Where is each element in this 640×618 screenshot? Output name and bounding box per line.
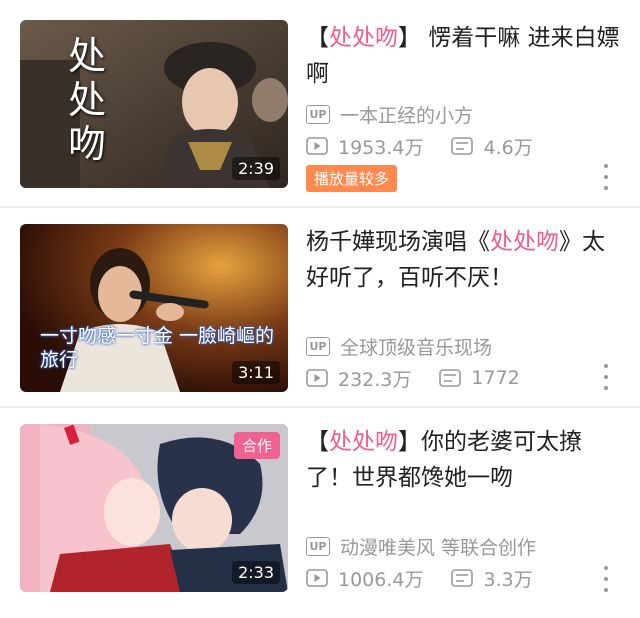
collab-tag: 合作 bbox=[233, 432, 280, 459]
stats-row: 1953.4万 4.6万 bbox=[306, 132, 533, 160]
more-options-icon[interactable] bbox=[600, 566, 612, 592]
video-title[interactable]: 【处处吻】 愣着干嘛 进来白嫖啊 bbox=[306, 20, 626, 92]
play-count: 1953.4万 bbox=[338, 136, 424, 159]
video-card[interactable]: 一寸吻感一寸金 一臉崎嶇的旅行 3:11 杨千嬅现场演唱《处处吻》太好听了，百听… bbox=[0, 218, 640, 418]
divider bbox=[0, 206, 640, 208]
danmaku-icon bbox=[439, 369, 462, 387]
title-prefix: 杨千嬅现场演唱《 bbox=[306, 229, 490, 255]
stats-row: 232.3万 1772 bbox=[306, 364, 520, 392]
video-thumbnail[interactable]: 处处吻 2:39 bbox=[20, 20, 288, 188]
video-list: 处处吻 2:39 【处处吻】 愣着干嘛 进来白嫖啊 UP 一本正经的小方 195… bbox=[0, 0, 640, 604]
uploader-name: 动漫唯美风 等联合创作 bbox=[340, 536, 537, 559]
video-title[interactable]: 【处处吻】你的老婆可太撩了！世界都馋她一吻 bbox=[306, 424, 626, 496]
video-duration: 2:39 bbox=[232, 157, 280, 180]
title-highlight: 处处吻 bbox=[490, 229, 559, 255]
uploader-name: 一本正经的小方 bbox=[340, 104, 474, 127]
video-duration: 3:11 bbox=[232, 361, 280, 384]
danmaku-count: 1772 bbox=[471, 367, 520, 389]
danmaku-icon bbox=[451, 569, 474, 587]
play-count: 1006.4万 bbox=[338, 568, 424, 591]
uploader-row[interactable]: UP 一本正经的小方 bbox=[306, 100, 473, 128]
title-highlight: 处处吻 bbox=[329, 429, 398, 455]
danmaku-count: 3.3万 bbox=[483, 568, 533, 591]
play-count-icon bbox=[306, 137, 328, 155]
video-duration: 2:33 bbox=[232, 561, 280, 584]
more-options-icon[interactable] bbox=[600, 364, 612, 390]
up-icon: UP bbox=[306, 336, 330, 356]
uploader-name: 全球顶级音乐现场 bbox=[340, 336, 493, 359]
video-thumbnail[interactable]: 一寸吻感一寸金 一臉崎嶇的旅行 3:11 bbox=[20, 224, 288, 392]
uploader-row[interactable]: UP 全球顶级音乐现场 bbox=[306, 332, 492, 360]
thumbnail-overlay-text: 处处吻 bbox=[68, 34, 107, 166]
play-count-icon bbox=[306, 569, 328, 587]
popular-badge: 播放量较多 bbox=[306, 165, 398, 192]
video-thumbnail[interactable]: 合作 2:33 bbox=[20, 424, 288, 592]
up-icon: UP bbox=[306, 104, 330, 124]
play-count-icon bbox=[306, 369, 328, 387]
more-options-icon[interactable] bbox=[600, 164, 612, 190]
play-count: 232.3万 bbox=[338, 368, 412, 391]
title-prefix: 【 bbox=[306, 25, 329, 51]
title-highlight: 处处吻 bbox=[329, 25, 398, 51]
video-card[interactable]: 处处吻 2:39 【处处吻】 愣着干嘛 进来白嫖啊 UP 一本正经的小方 195… bbox=[0, 6, 640, 206]
stats-row: 1006.4万 3.3万 bbox=[306, 564, 533, 592]
danmaku-icon bbox=[451, 137, 474, 155]
video-card[interactable]: 合作 2:33 【处处吻】你的老婆可太撩了！世界都馋她一吻 UP 动漫唯美风 等… bbox=[0, 418, 640, 618]
divider bbox=[0, 406, 640, 408]
title-prefix: 【 bbox=[306, 429, 329, 455]
up-icon: UP bbox=[306, 536, 330, 556]
uploader-row[interactable]: UP 动漫唯美风 等联合创作 bbox=[306, 532, 536, 560]
danmaku-count: 4.6万 bbox=[483, 136, 533, 159]
video-title[interactable]: 杨千嬅现场演唱《处处吻》太好听了，百听不厌！ bbox=[306, 224, 626, 296]
